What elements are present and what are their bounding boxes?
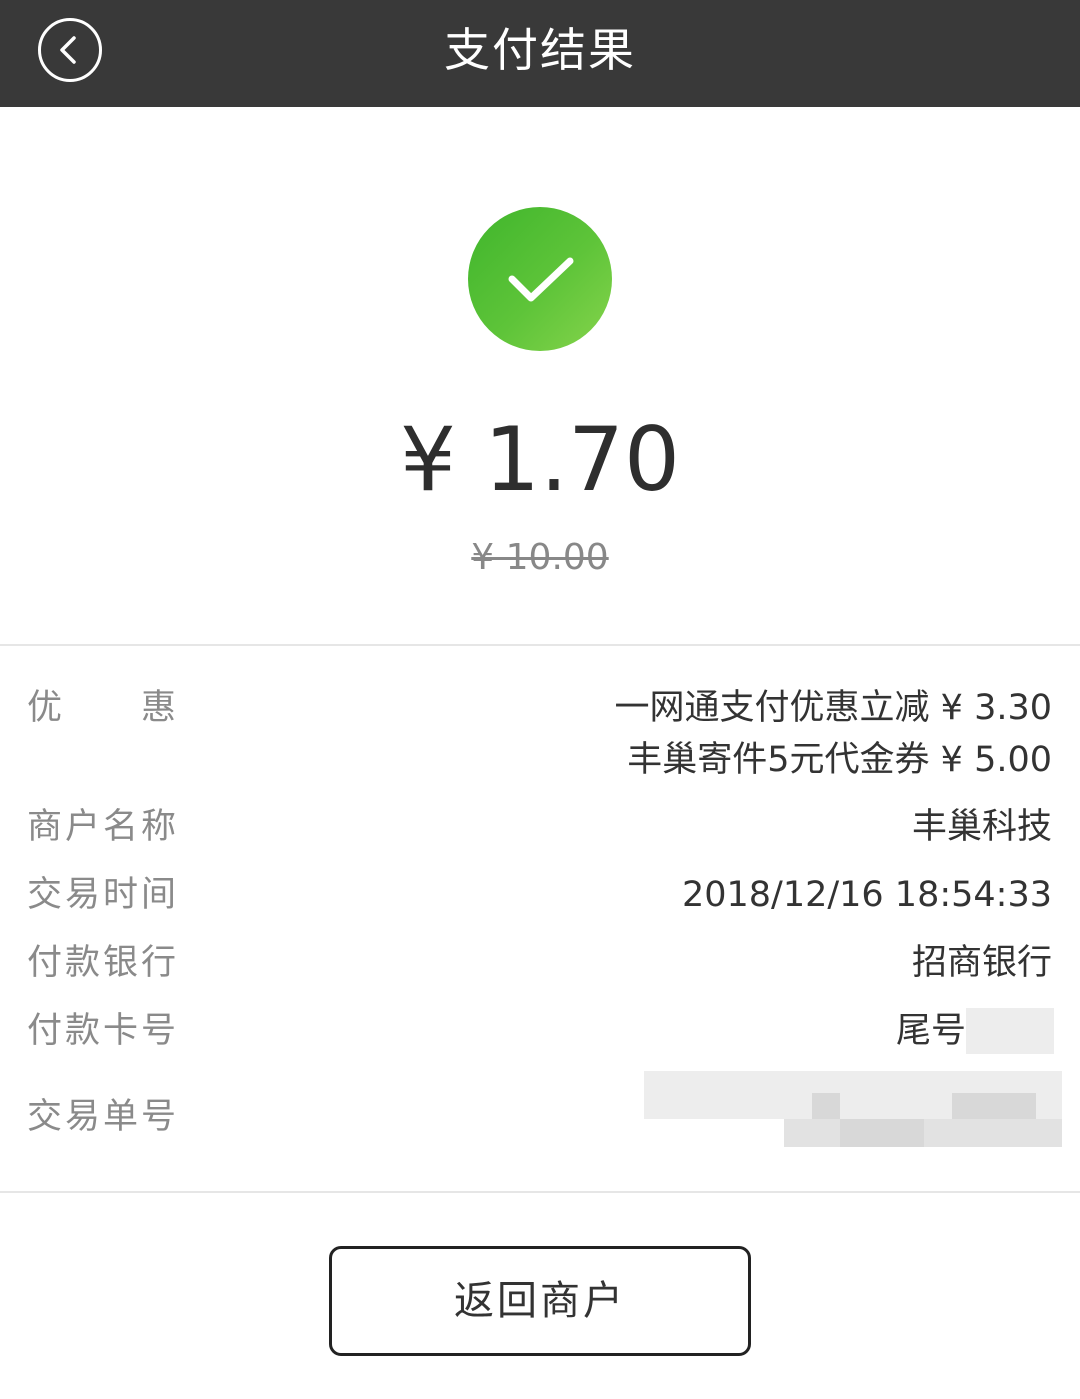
order-label: 交易单号 [27,1097,180,1137]
time-value: 2018/12/16 18:54:33 [681,875,1052,915]
divider-top [0,644,1080,646]
discount-label-char-1: 优 [27,688,66,728]
card-number-mask [966,1008,1054,1054]
card-value: 尾号 [895,1011,966,1051]
card-label: 付款卡号 [27,1011,180,1051]
page-title: 支付结果 [444,23,636,77]
discount-value-line-2: 丰巢寄件5元代金券 ¥ 5.00 [627,740,1052,780]
discount-label-char-2: 惠 [140,688,179,728]
merchant-label: 商户名称 [27,807,180,847]
paid-amount: ¥ 1.70 [400,408,680,511]
original-amount-text: ¥ 10.00 [471,537,609,578]
discount-value-line-1: 一网通支付优惠立减 ¥ 3.30 [614,688,1052,728]
bank-value: 招商银行 [911,943,1052,983]
merchant-value: 丰巢科技 [911,807,1052,847]
original-amount: ¥ 10.00 [0,534,1080,582]
check-circle-icon [468,207,612,351]
time-label: 交易时间 [27,875,180,915]
navbar: 支付结果 [0,0,1080,107]
bank-label: 付款银行 [27,943,180,983]
return-to-merchant-button[interactable]: 返回商户 [329,1246,751,1356]
divider-bottom [0,1191,1080,1193]
discount-label: 优 惠 [27,686,179,730]
